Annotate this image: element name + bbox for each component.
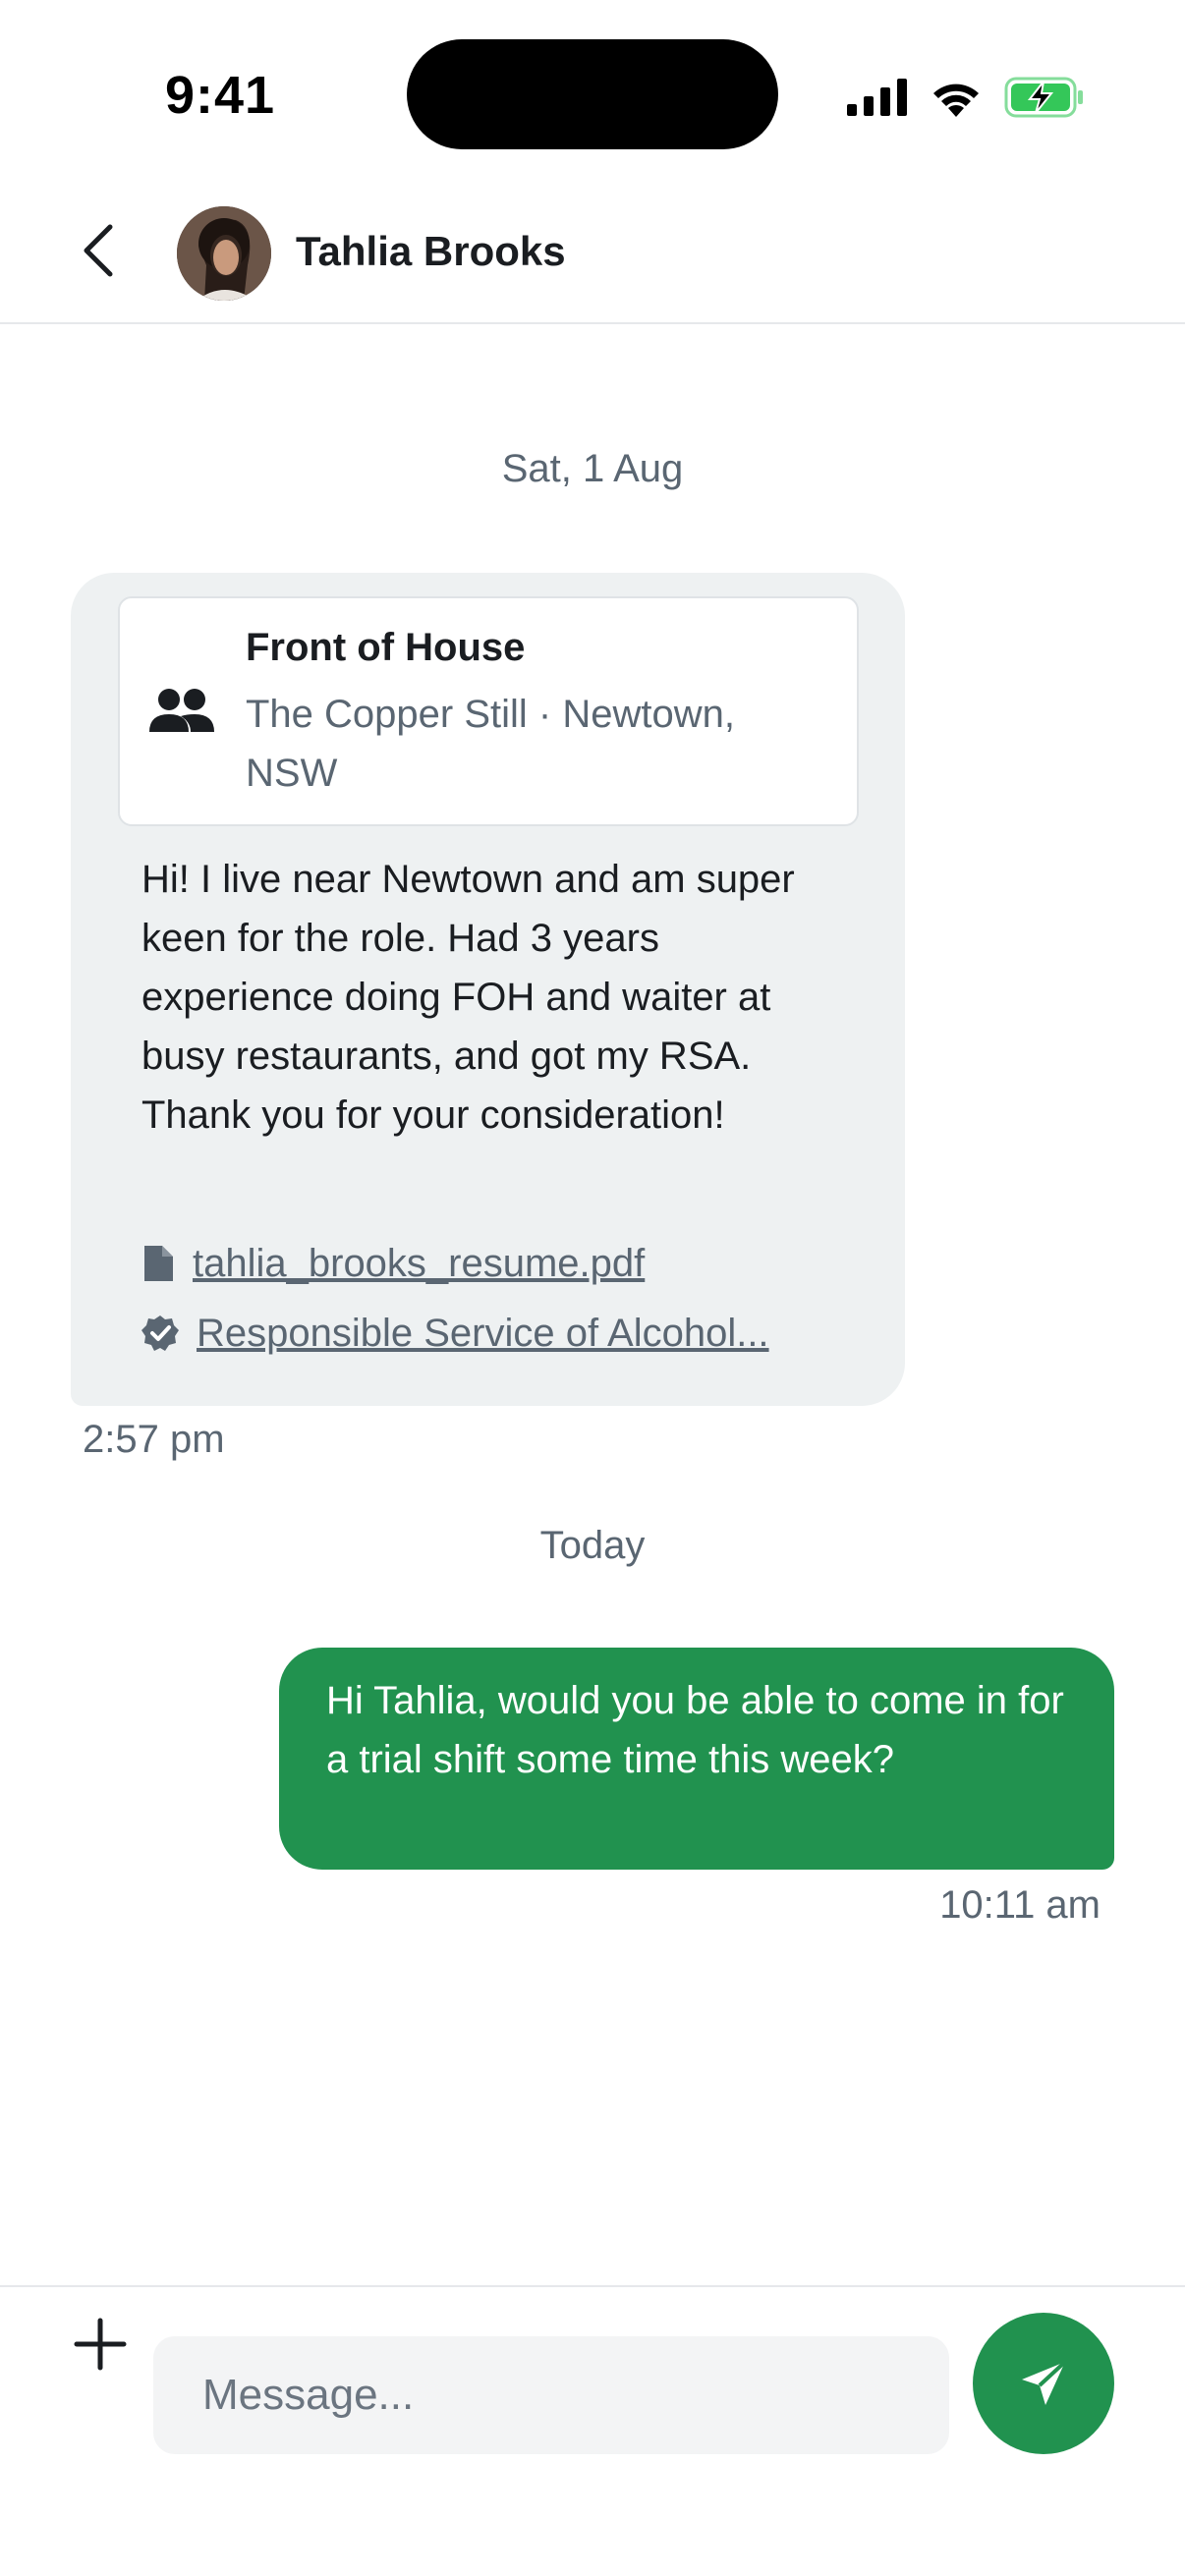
contact-name[interactable]: Tahlia Brooks xyxy=(296,228,566,275)
status-bar: 9:41 xyxy=(0,0,1185,187)
wifi-icon xyxy=(933,84,979,117)
send-button[interactable] xyxy=(973,2313,1114,2454)
dynamic-island xyxy=(407,39,778,149)
incoming-message-text: Hi! I live near Newtown and am super kee… xyxy=(141,858,795,1137)
status-time: 9:41 xyxy=(165,66,276,125)
verified-badge-icon xyxy=(141,1316,179,1351)
chevron-left-icon xyxy=(84,224,113,277)
attachment-rsa-certificate[interactable]: Responsible Service of Alcohol... xyxy=(141,1306,769,1361)
job-card[interactable]: Front of House The Copper Still · Newtow… xyxy=(118,596,859,826)
message-timestamp: 2:57 pm xyxy=(83,1418,225,1461)
incoming-message-bubble: Front of House The Copper Still · Newtow… xyxy=(71,573,905,1406)
message-input[interactable] xyxy=(153,2336,949,2454)
job-title: Front of House xyxy=(246,626,526,669)
file-icon xyxy=(144,1246,173,1281)
avatar-image xyxy=(177,206,271,301)
outgoing-message-bubble: Hi Tahlia, would you be able to come in … xyxy=(279,1648,1114,1870)
add-attachment-button[interactable] xyxy=(69,2313,132,2376)
outgoing-message-text: Hi Tahlia, would you be able to come in … xyxy=(326,1679,1064,1781)
battery-charging-icon xyxy=(1004,77,1083,118)
date-separator: Sat, 1 Aug xyxy=(501,447,684,490)
job-location: The Copper Still · Newtown, NSW xyxy=(246,693,735,795)
send-icon xyxy=(1022,2360,1067,2405)
message-composer xyxy=(0,2285,1185,2576)
chat-screen: 9:41 Tahlia Brooks Sat, 1 Aug Front of H… xyxy=(0,0,1185,2576)
plus-icon xyxy=(74,2318,127,2371)
attachment-label: Responsible Service of Alcohol... xyxy=(197,1311,769,1355)
signal-icon xyxy=(847,79,907,116)
people-icon xyxy=(149,689,214,732)
date-separator: Today xyxy=(539,1524,646,1567)
avatar[interactable] xyxy=(177,206,271,301)
chat-header: Tahlia Brooks xyxy=(0,187,1185,324)
back-button[interactable] xyxy=(69,206,128,295)
attachment-resume[interactable]: tahlia_brooks_resume.pdf xyxy=(141,1236,645,1291)
status-icons xyxy=(847,73,1085,122)
attachment-label: tahlia_brooks_resume.pdf xyxy=(193,1241,646,1285)
message-timestamp: 10:11 am xyxy=(939,1883,1100,1927)
